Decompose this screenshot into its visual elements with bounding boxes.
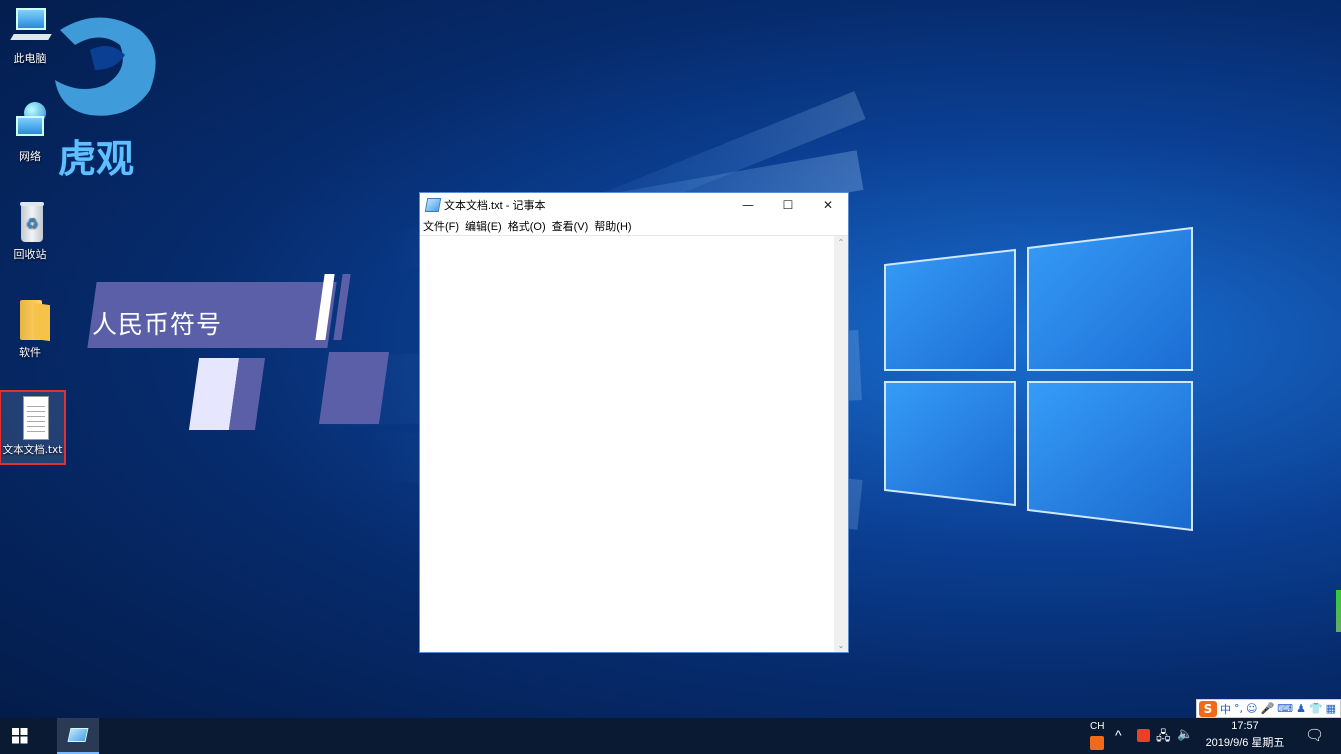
menu-help[interactable]: 帮助(H) [594, 218, 631, 234]
scroll-down-icon[interactable]: ⌄ [834, 641, 848, 650]
show-hidden-icons-icon[interactable]: ^ [1115, 727, 1122, 743]
banner-block [318, 352, 390, 424]
window-title: 文本文档.txt - 记事本 [444, 200, 546, 212]
user-icon[interactable]: ♟ [1296, 702, 1306, 715]
windows-start-icon [12, 728, 28, 744]
banner-text: 人民币符号 [92, 310, 223, 339]
skin-icon[interactable]: 👕 [1309, 702, 1323, 715]
clock-time: 17:57 [1231, 720, 1259, 732]
menu-grid-icon[interactable]: ▦ [1326, 702, 1336, 715]
emoji-icon[interactable]: ☺ [1246, 702, 1257, 715]
maximize-button[interactable]: ☐ [768, 193, 808, 217]
desktop-icon-label: 文本文档.txt [2, 444, 63, 456]
ime-toolbar: S 中 °, ☺ 🎤 ⌨ ♟ 👕 ▦ [1196, 699, 1341, 718]
watermark-text: 虎观 [58, 137, 135, 181]
action-center-icon[interactable]: 🗨 [1305, 726, 1324, 744]
menu-format[interactable]: 格式(O) [508, 218, 546, 234]
keyboard-icon[interactable]: ⌨ [1277, 702, 1293, 715]
start-button[interactable] [0, 718, 40, 754]
clock-date: 2019/9/6 星期五 [1205, 737, 1285, 749]
menu-bar: 文件(F) 编辑(E) 格式(O) 查看(V) 帮助(H) [420, 217, 848, 235]
desktop-icon-label: 此电脑 [13, 52, 47, 65]
notepad-window: 文本文档.txt - 记事本 — ☐ ✕ 文件(F) 编辑(E) 格式(O) 查… [419, 192, 849, 653]
menu-edit[interactable]: 编辑(E) [465, 218, 502, 234]
network-icon [10, 102, 50, 146]
text-file-icon [13, 396, 53, 440]
text-editor-area[interactable] [420, 235, 834, 652]
volume-icon[interactable]: 🔈 [1177, 726, 1193, 742]
desktop-icon-recycle-bin[interactable]: ♻ 回收站 [0, 200, 60, 262]
minimize-button[interactable]: — [728, 193, 768, 217]
ime-logo-icon[interactable]: S [1199, 700, 1217, 717]
side-indicator [1336, 590, 1341, 632]
app-tray-icon[interactable] [1137, 729, 1150, 742]
ime-punct[interactable]: °, [1234, 702, 1243, 715]
clock[interactable]: 17:57 2019/9/6 星期五 [1200, 720, 1290, 750]
desktop-icon-label: 回收站 [13, 248, 47, 261]
notepad-icon [424, 198, 442, 212]
notepad-icon [67, 728, 89, 742]
desktop-icon-software-folder[interactable]: 软件 [0, 298, 60, 360]
vertical-scrollbar[interactable]: ⌃ ⌄ [834, 235, 848, 652]
desktop-icon-this-pc[interactable]: 此电脑 [0, 4, 60, 66]
ime-mode[interactable]: 中 [1220, 701, 1231, 717]
window-controls: — ☐ ✕ [728, 193, 848, 217]
menu-view[interactable]: 查看(V) [552, 218, 589, 234]
sogou-tray-icon[interactable] [1090, 736, 1104, 750]
menu-file[interactable]: 文件(F) [423, 218, 459, 234]
computer-icon [10, 4, 52, 48]
taskbar: CH ^ 🖧 🔈 17:57 2019/9/6 星期五 🗨 [0, 718, 1341, 754]
desktop-icon-label: 网络 [19, 150, 41, 163]
desktop-icon-text-document[interactable]: 文本文档.txt [0, 390, 66, 465]
scroll-up-icon[interactable]: ⌃ [834, 238, 848, 247]
language-indicator[interactable]: CH [1090, 721, 1104, 732]
network-tray-icon[interactable]: 🖧 [1156, 727, 1171, 749]
folder-icon [10, 298, 50, 342]
desktop-icon-network[interactable]: 网络 [0, 102, 60, 164]
close-button[interactable]: ✕ [808, 193, 848, 217]
windows-logo [884, 226, 1193, 532]
desktop-icon-label: 软件 [19, 346, 41, 359]
taskbar-notepad-button[interactable] [57, 718, 99, 754]
microphone-icon[interactable]: 🎤 [1260, 702, 1274, 715]
recycle-bin-icon: ♻ [10, 200, 50, 244]
